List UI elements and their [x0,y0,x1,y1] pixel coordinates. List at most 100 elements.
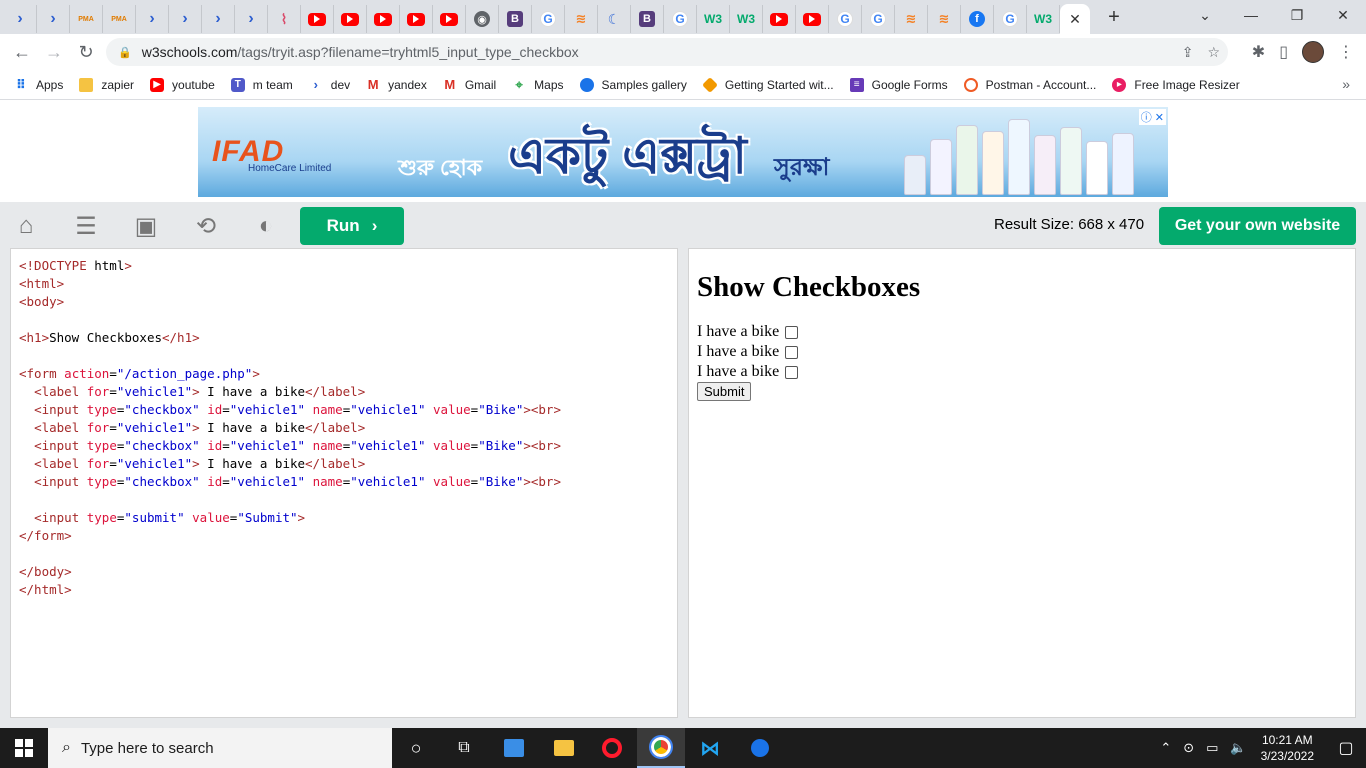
browser-tab[interactable]: › [202,5,235,33]
checkbox-label[interactable]: I have a bike [697,363,779,381]
task-view-icon[interactable]: ⧉ [440,728,488,768]
bike-checkbox[interactable] [785,325,799,339]
restore-button[interactable]: ❐ [1274,0,1320,30]
browser-tab[interactable]: ☾ [598,5,631,33]
taskbar-search[interactable]: ⌕ Type here to search [48,728,392,768]
browser-tab[interactable]: ≋ [928,5,961,33]
ethernet-icon[interactable]: ▭ [1206,740,1218,756]
browser-tab[interactable]: f [961,5,994,33]
notifications-icon[interactable]: ▢ [1326,728,1366,768]
bookmark-item[interactable]: ⠿ Apps [14,77,63,92]
bookmark-item[interactable]: Tm team [230,77,293,92]
share-icon[interactable]: ⇪ [1182,44,1194,61]
browser-tab[interactable] [367,5,400,33]
bike-checkbox[interactable] [785,365,799,379]
browser-tab[interactable]: › [235,5,268,33]
url-text[interactable]: w3schools.com/tags/tryit.asp?filename=tr… [142,44,579,60]
bike-checkbox[interactable] [785,345,799,359]
result-frame: Show Checkboxes I have a bike I have a bi… [688,248,1356,718]
maps-app-icon[interactable] [736,728,784,768]
browser-tab[interactable]: › [4,5,37,33]
run-button[interactable]: Run › [300,207,404,245]
home-icon[interactable]: ⌂ [12,212,40,240]
cortana-icon[interactable]: ○ [392,728,440,768]
browser-tab[interactable] [796,5,829,33]
reload-button[interactable]: ↻ [70,36,102,68]
active-tab[interactable]: ✕ [1060,4,1090,34]
browser-tab[interactable]: G [664,5,697,33]
chevron-up-icon[interactable]: ⌃ [1160,740,1171,756]
browser-tab[interactable]: G [862,5,895,33]
browser-tab[interactable]: ≋ [565,5,598,33]
rotate-icon[interactable]: ⟲ [192,212,220,240]
bookmark-item[interactable]: M Gmail [443,77,496,92]
browser-tab[interactable]: G [532,5,565,33]
clock[interactable]: 10:21 AM 3/23/2022 [1261,732,1314,764]
forward-button[interactable]: → [38,36,70,68]
bookmark-item[interactable]: Samples gallery [579,77,687,92]
opera-icon[interactable] [588,728,636,768]
browser-tab[interactable]: › [136,5,169,33]
tab-search-icon[interactable]: ⌄ [1182,0,1228,30]
browser-tab[interactable]: ⌇ [268,5,301,33]
file-explorer-icon[interactable] [540,728,588,768]
browser-tab[interactable]: B [499,5,532,33]
close-window-button[interactable]: ✕ [1320,0,1366,30]
browser-tab[interactable]: B [631,5,664,33]
bookmark-star-icon[interactable]: ☆ [1207,44,1220,61]
result-heading: Show Checkboxes [697,271,921,303]
ad-banner[interactable]: IFAD HomeCare Limited শুরু হোক একটু এক্স… [198,107,1168,197]
menu-icon[interactable]: ⋮ [1338,42,1354,62]
bookmarks-overflow-icon[interactable]: » [1342,76,1350,92]
bookmark-item[interactable]: Getting Started wit... [701,76,834,93]
volume-icon[interactable]: 🔈 [1230,740,1246,756]
browser-tab[interactable] [433,5,466,33]
minimize-button[interactable]: — [1228,0,1274,30]
browser-tab[interactable] [400,5,433,33]
bookmark-item[interactable]: ▶ youtube [150,77,215,92]
browser-tab[interactable]: PMA [70,5,103,33]
code-editor[interactable]: <!DOCTYPE html><html><body>​<h1>Show Che… [10,248,678,718]
profile-avatar[interactable] [1302,41,1324,63]
bookmark-item[interactable]: zapier [79,77,134,92]
lock-icon[interactable]: 🔒 [118,46,132,59]
start-button[interactable] [0,728,48,768]
browser-tab[interactable]: › [169,5,202,33]
store-icon[interactable] [490,728,538,768]
browser-tab[interactable]: G [994,5,1027,33]
bookmark-item[interactable]: › dev [309,77,351,92]
browser-tab[interactable] [301,5,334,33]
browser-tab[interactable]: G [829,5,862,33]
back-button[interactable]: ← [6,36,38,68]
bookmark-item[interactable]: ▸ Free Image Resizer [1112,77,1240,92]
bookmark-item[interactable]: Myandex [366,77,427,92]
save-icon[interactable]: ▣ [132,212,160,240]
checkbox-label[interactable]: I have a bike [697,323,779,341]
ad-choices-icon[interactable]: ⓘ ✕ [1138,109,1166,125]
browser-tab[interactable] [763,5,796,33]
browser-tab[interactable]: PMA [103,5,136,33]
browser-tab[interactable]: W3 [1027,5,1060,33]
address-bar[interactable]: 🔒 w3schools.com/tags/tryit.asp?filename=… [106,38,1228,66]
vscode-icon[interactable]: ⋈ [686,728,734,768]
theme-icon[interactable]: ◐ [252,212,280,240]
get-website-button[interactable]: Get your own website [1159,207,1356,245]
bookmark-item[interactable]: Postman - Account... [963,77,1096,92]
submit-button[interactable]: Submit [697,382,752,401]
network-status-icon[interactable]: ⊙ [1183,740,1194,756]
close-tab-icon[interactable]: ✕ [1069,11,1081,28]
browser-tab[interactable]: ≋ [895,5,928,33]
bookmark-item[interactable]: ≡ Google Forms [849,77,948,92]
browser-tab[interactable]: ◉ [466,5,499,33]
extensions-icon[interactable]: ✱ [1252,42,1265,62]
browser-tab[interactable]: › [37,5,70,33]
chrome-icon[interactable] [637,728,685,768]
checkbox-label[interactable]: I have a bike [697,343,779,361]
side-panel-icon[interactable]: ▯ [1279,42,1288,62]
browser-tab[interactable] [334,5,367,33]
menu-icon[interactable]: ☰ [72,212,100,240]
new-tab-button[interactable]: + [1098,2,1130,32]
browser-tab[interactable]: W3 [697,5,730,33]
bookmark-item[interactable]: ⌖ Maps [512,77,564,92]
browser-tab[interactable]: W3 [730,5,763,33]
